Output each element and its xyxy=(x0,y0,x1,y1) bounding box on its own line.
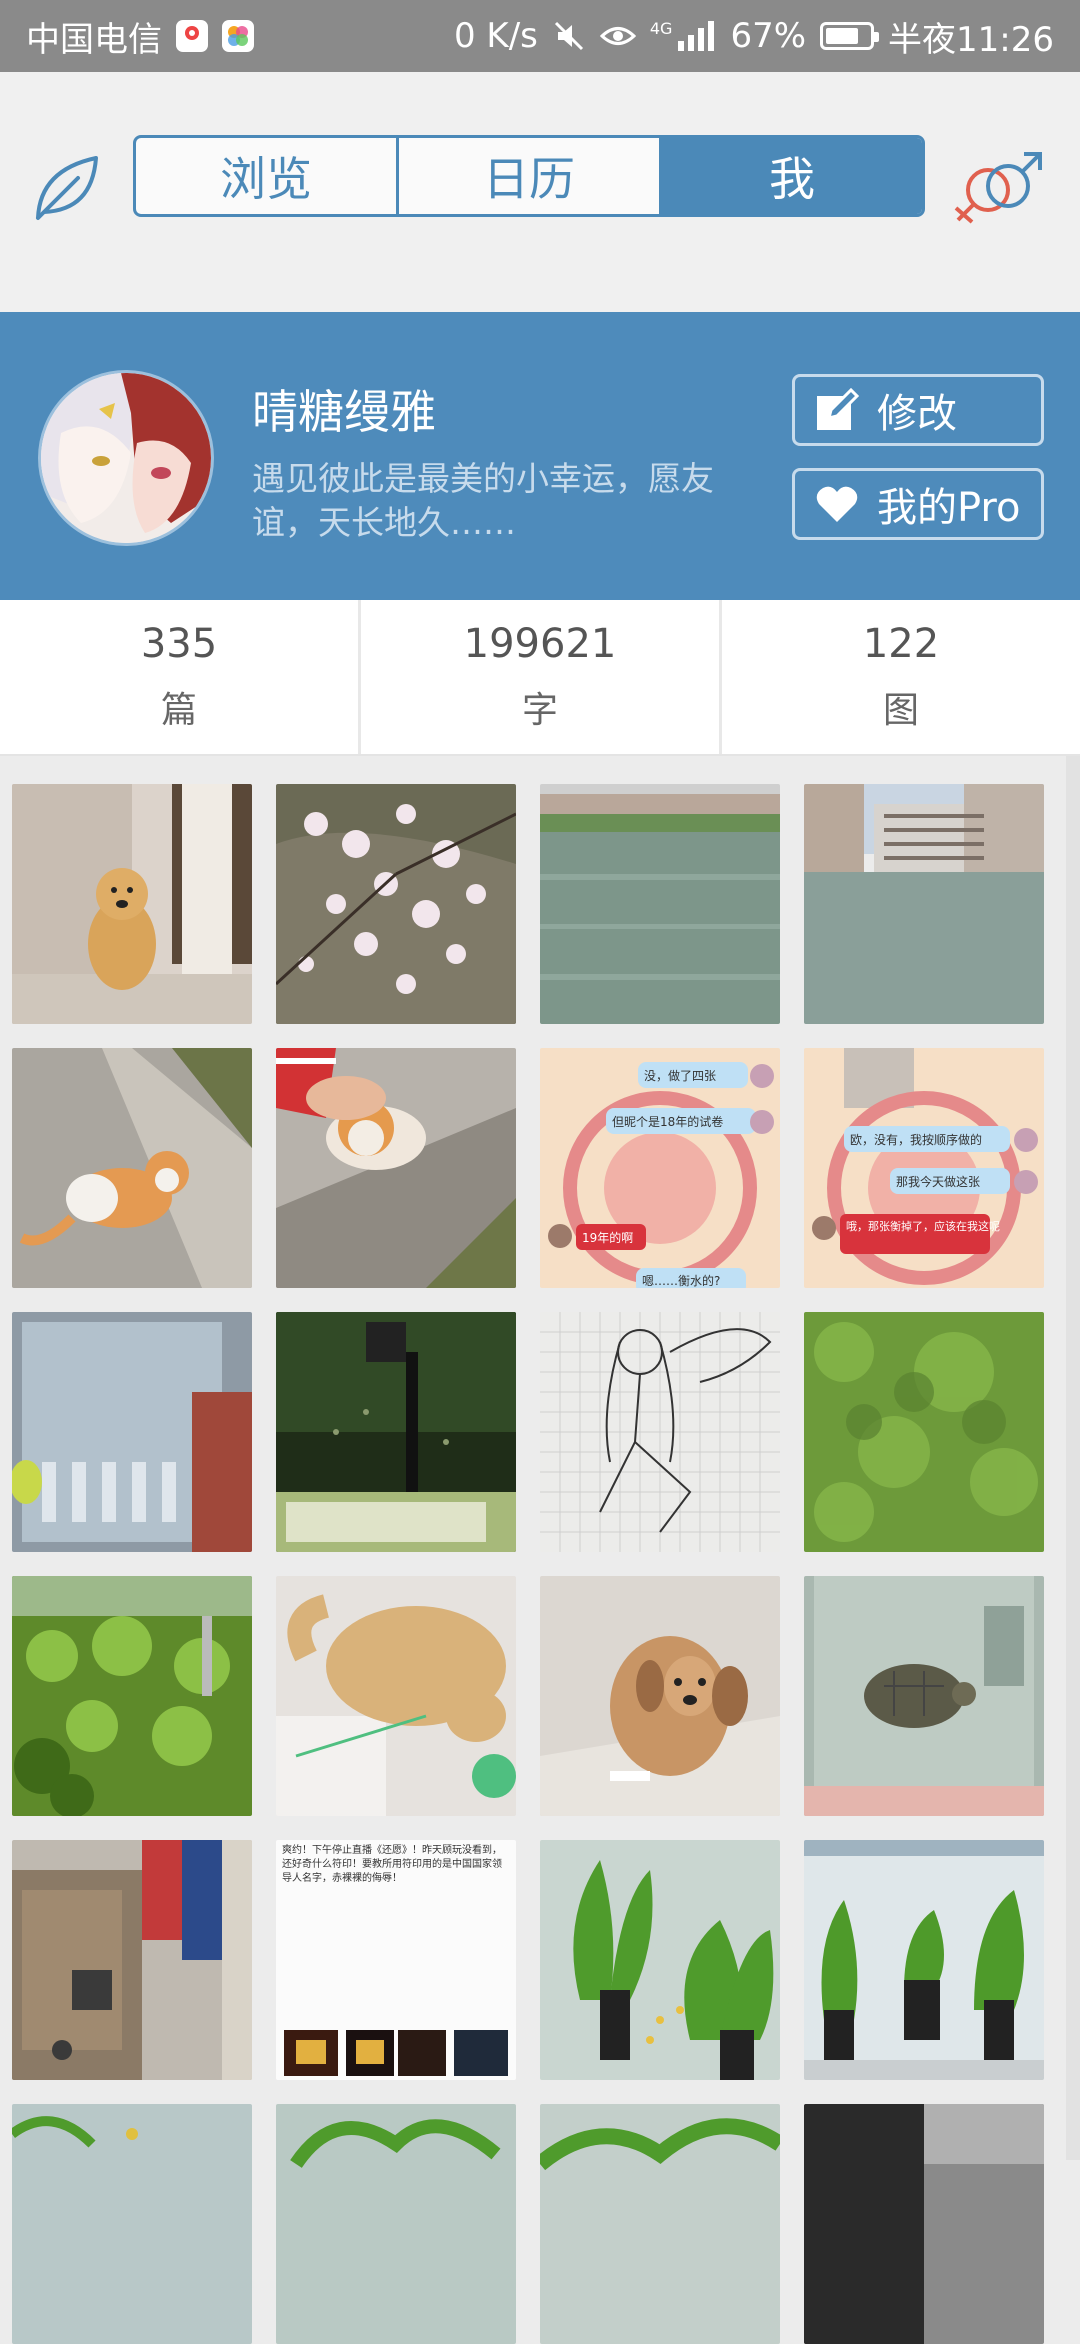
chat-bubble: 19年的啊 xyxy=(582,1230,633,1245)
photo-tile[interactable] xyxy=(540,1840,780,2080)
photo-tile[interactable] xyxy=(12,1312,252,1552)
clock: 半夜11:26 xyxy=(888,19,1054,60)
username: 晴糖缦雅 xyxy=(252,385,436,439)
tab-me[interactable]: 我 xyxy=(662,138,922,214)
profile-header: 晴糖缦雅 遇见彼此是最美的小幸运，愿友谊，天长地久…… 修改 我的Pro xyxy=(0,312,1080,600)
photo-tile[interactable] xyxy=(276,2104,516,2344)
photo-tile[interactable] xyxy=(276,1312,516,1552)
photo-tile[interactable] xyxy=(804,784,1044,1024)
leaf-icon[interactable] xyxy=(30,150,106,226)
status-bar: 中国电信 0 K/s 4G 67% 半夜11:26 xyxy=(0,0,1080,72)
photo-tile[interactable] xyxy=(12,1840,252,2080)
stats-bar: 335 篇 199621 字 122 图 xyxy=(0,600,1080,756)
tab-calendar[interactable]: 日历 xyxy=(399,138,662,214)
text-post-tile[interactable]: 爽约！下午停止直播《还愿》！昨天顾玩没看到，还好奇什么符印！要教所用符印用的是中… xyxy=(276,1840,516,2080)
photo-tile[interactable] xyxy=(12,2104,252,2344)
photo-tile[interactable] xyxy=(540,784,780,1024)
pro-label: 我的Pro xyxy=(877,485,1021,531)
stat-words[interactable]: 199621 字 xyxy=(361,600,722,754)
photo-tile[interactable] xyxy=(276,1048,516,1288)
edit-label: 修改 xyxy=(877,391,957,437)
photo-tile[interactable] xyxy=(276,1576,516,1816)
chat-bubble: 欧，没有，我按顺序做的 xyxy=(850,1132,982,1147)
heart-icon xyxy=(816,486,858,522)
stat-images-value: 122 xyxy=(862,621,940,667)
post-text: 爽约！下午停止直播《还愿》！昨天顾玩没看到，还好奇什么符印！要教所用符印用的是中… xyxy=(282,1845,502,1884)
scrollbar[interactable] xyxy=(1066,756,1080,2160)
carrier-label: 中国电信 xyxy=(26,19,162,60)
photo-tile[interactable] xyxy=(804,1312,1044,1552)
stat-articles-value: 335 xyxy=(140,621,218,667)
battery-percent: 67% xyxy=(730,16,807,56)
network-speed: 0 K/s xyxy=(453,16,538,56)
stat-articles[interactable]: 335 篇 xyxy=(0,600,361,754)
photo-tile[interactable] xyxy=(804,1576,1044,1816)
photo-tile[interactable] xyxy=(12,1048,252,1288)
photo-grid: 没，做了四张 但昵个是18年的试卷 19年的啊 嗯……衡水的? 欧，没有，我按顺… xyxy=(0,756,1080,2344)
photo-tile[interactable] xyxy=(12,1576,252,1816)
chat-bubble: 那我今天做这张 xyxy=(896,1174,980,1189)
profile-bio: 遇见彼此是最美的小幸运，愿友谊，天长地久…… xyxy=(252,459,714,542)
chat-bubble: 没，做了四张 xyxy=(644,1068,716,1083)
stat-words-unit: 字 xyxy=(521,690,558,731)
top-navigation: 浏览 日历 我 xyxy=(0,72,1080,312)
photo-tile[interactable] xyxy=(804,2104,1044,2344)
mute-icon xyxy=(552,19,586,53)
my-pro-button[interactable]: 我的Pro xyxy=(792,468,1044,540)
signal-icon: 4G xyxy=(650,21,717,51)
chat-screenshot-tile[interactable]: 欧，没有，我按顺序做的 那我今天做这张 哦，那张衡掉了，应该在我这呢 xyxy=(804,1048,1044,1288)
tab-switcher: 浏览 日历 我 xyxy=(133,135,925,217)
photo-tile[interactable] xyxy=(540,1576,780,1816)
stat-articles-unit: 篇 xyxy=(160,690,197,731)
stat-images[interactable]: 122 图 xyxy=(722,600,1080,754)
map-app-icon xyxy=(176,20,208,52)
photo-tile[interactable] xyxy=(12,784,252,1024)
photo-tile[interactable] xyxy=(540,1312,780,1552)
chat-screenshot-tile[interactable]: 没，做了四张 但昵个是18年的试卷 19年的啊 嗯……衡水的? xyxy=(540,1048,780,1288)
gender-icon[interactable] xyxy=(952,150,1044,226)
photo-tile[interactable] xyxy=(540,2104,780,2344)
chat-bubble: 嗯……衡水的? xyxy=(642,1273,720,1288)
photos-app-icon xyxy=(222,20,254,52)
chat-bubble: 哦，那张衡掉了，应该在我这呢 xyxy=(846,1219,1000,1233)
edit-icon xyxy=(817,388,859,430)
tab-browse[interactable]: 浏览 xyxy=(136,138,399,214)
eye-comfort-icon xyxy=(599,21,636,51)
photo-tile[interactable] xyxy=(276,784,516,1024)
avatar[interactable] xyxy=(38,370,214,546)
chat-bubble: 但昵个是18年的试卷 xyxy=(612,1114,723,1129)
network-type: 4G xyxy=(649,19,673,38)
stat-words-value: 199621 xyxy=(463,621,617,667)
edit-profile-button[interactable]: 修改 xyxy=(792,374,1044,446)
battery-icon xyxy=(820,22,880,50)
photo-tile[interactable] xyxy=(804,1840,1044,2080)
stat-images-unit: 图 xyxy=(882,690,919,731)
